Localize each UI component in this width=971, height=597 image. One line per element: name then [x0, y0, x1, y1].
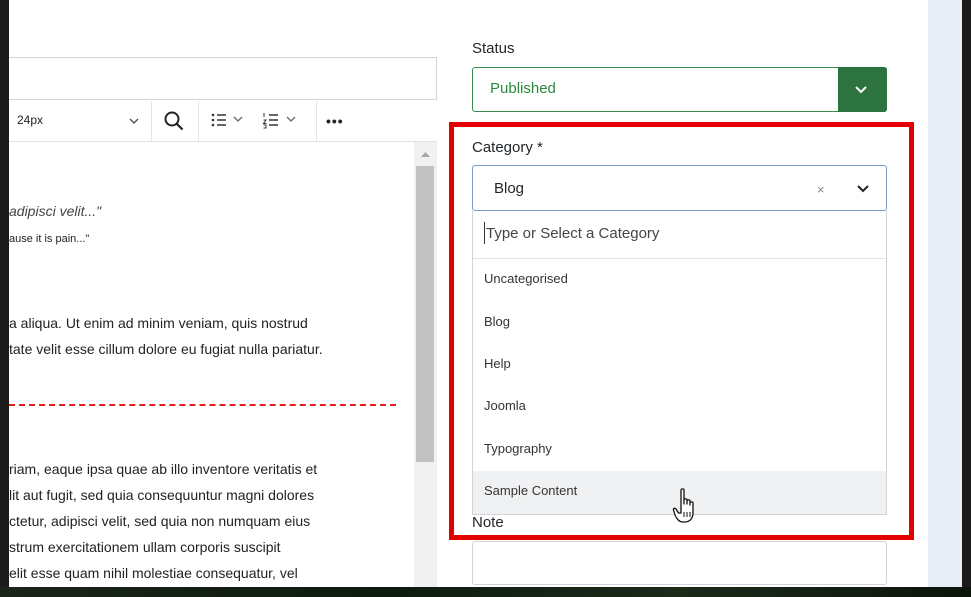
editor-text-line: tate velit esse cillum dolore eu fugiat …	[9, 341, 323, 357]
chevron-down-icon[interactable]	[852, 82, 870, 98]
font-size-select[interactable]: 24px	[17, 113, 43, 127]
desktop-background-strip	[0, 587, 971, 597]
red-highlight-box	[449, 122, 914, 540]
chevron-down-icon[interactable]	[284, 112, 298, 126]
page-break-divider	[9, 404, 396, 406]
note-input[interactable]	[472, 541, 887, 585]
toolbar-separator	[316, 101, 317, 141]
editor-quote-line: ause it is pain..."	[9, 233, 90, 245]
hand-pointer-icon	[672, 488, 694, 523]
toolbar-separator	[151, 101, 152, 141]
window-right-border	[962, 0, 971, 587]
editor-title-field[interactable]	[9, 57, 437, 100]
search-icon[interactable]	[163, 110, 185, 132]
scroll-up-arrow-icon[interactable]	[420, 150, 431, 158]
page-background-right	[928, 0, 962, 587]
chevron-down-icon[interactable]	[124, 111, 144, 131]
more-icon[interactable]: •••	[326, 114, 344, 128]
toolbar-separator	[198, 101, 199, 141]
status-selected-value[interactable]: Published	[490, 80, 556, 97]
bullet-list-icon[interactable]	[210, 111, 228, 129]
chevron-down-icon[interactable]	[231, 112, 245, 126]
window-left-border	[0, 0, 9, 587]
scrollbar-thumb[interactable]	[416, 166, 434, 462]
numbered-list-icon[interactable]	[262, 111, 280, 129]
status-label: Status	[472, 40, 515, 57]
editor-text-line: strum exercitationem ullam corporis susc…	[9, 539, 281, 555]
editor-text-line: elit esse quam nihil molestiae consequat…	[9, 565, 298, 581]
editor-text-line: a aliqua. Ut enim ad minim veniam, quis …	[9, 315, 308, 331]
editor-text-line: ctetur, adipisci velit, sed quia non num…	[9, 513, 311, 529]
editor-text-line: lit aut fugit, sed quia consequuntur mag…	[9, 487, 315, 503]
editor-quote-line: adipisci velit..."	[9, 203, 102, 219]
editor-text-line: riam, eaque ipsa quae ab illo inventore …	[9, 461, 318, 477]
